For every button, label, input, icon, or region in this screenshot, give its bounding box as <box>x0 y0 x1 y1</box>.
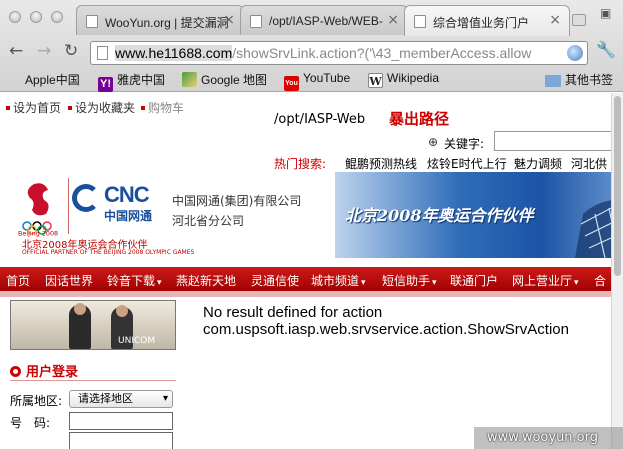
number-label: 号 码: <box>10 416 51 430</box>
region-select[interactable]: 请选择地区 ▾ <box>69 390 173 408</box>
add-favorite-link[interactable]: 设为收藏夹 <box>68 99 135 116</box>
login-title: 用户登录 <box>10 361 78 380</box>
menu-item[interactable]: 因话世界 <box>45 272 93 289</box>
bookmark-youtube[interactable]: You YouTube <box>284 71 350 91</box>
address-bar[interactable]: www.he11688.com/showSrvLink.action?('\43… <box>90 41 588 65</box>
circle-bullet-icon <box>10 366 21 377</box>
zoom-window-button[interactable] <box>51 11 63 23</box>
tab-opt-iasp[interactable]: /opt/IASP-Web/WEB- × <box>240 5 408 35</box>
bookmark-apple[interactable]: Apple中国 <box>9 71 80 88</box>
keyword-input[interactable] <box>494 131 611 151</box>
tab-label: WooYun.org | 提交漏洞 <box>105 16 229 30</box>
error-line: com.uspsoft.iasp.web.srvservice.action.S… <box>203 321 569 338</box>
hot-search-item[interactable]: 鲲鹏预测热线 <box>345 155 417 172</box>
promo-brand: UNICOM <box>118 336 156 346</box>
bookmark-yahoo[interactable]: Y! 雅虎中国 <box>98 71 165 92</box>
olympic-emblem-icon <box>22 183 52 235</box>
watermark: www.wooyun.org <box>487 430 599 445</box>
browser-chrome: WooYun.org | 提交漏洞 × /opt/IASP-Web/WEB- ×… <box>0 0 623 92</box>
hot-search-item[interactable]: 河北供 <box>571 155 607 172</box>
olympic-caption-en: OFFICIAL PARTNER OF THE BEIJING 2008 OLY… <box>22 249 195 256</box>
tab-label: /opt/IASP-Web/WEB- <box>269 14 383 28</box>
url-host: www.he11688.com <box>115 45 233 61</box>
menu-item-home[interactable]: 首页 <box>6 272 30 289</box>
bookmarks-bar: Apple中国 Y! 雅虎中国 Google 地图 You YouTube W Wik… <box>0 68 623 92</box>
new-tab-button[interactable] <box>572 14 586 26</box>
page-icon <box>86 15 98 28</box>
region-label: 所属地区: <box>10 394 63 408</box>
url-path: /showSrvLink.action?('\43_memberAccess.a… <box>232 45 532 61</box>
url-text: www.he11688.com/showSrvLink.action?('\43… <box>115 45 531 61</box>
chevron-down-icon: ▾ <box>162 393 168 404</box>
logo-area: Beijing 2008 北京2008年奥运会合作伙伴 OFFICIAL PAR… <box>0 172 335 258</box>
password-input[interactable] <box>69 432 173 449</box>
page-icon <box>250 15 262 28</box>
apple-icon <box>9 72 21 87</box>
menu-item[interactable]: 城市频道 ▾ <box>311 272 366 289</box>
extension-icon[interactable] <box>567 45 583 61</box>
tab-close-icon[interactable]: × <box>549 12 561 28</box>
stadium-icon <box>575 200 611 258</box>
fullscreen-icon[interactable]: ▣ <box>600 6 611 20</box>
divider <box>10 380 176 381</box>
minimize-window-button[interactable] <box>30 11 42 23</box>
google-maps-icon <box>182 72 197 87</box>
hot-search-item[interactable]: 炫铃E时代上行 <box>427 155 507 172</box>
set-homepage-link[interactable]: 设为首页 <box>6 99 61 116</box>
search-icon: ⊕ <box>428 135 439 149</box>
leaked-path-text: /opt/IASP-Web <box>274 112 366 127</box>
hot-search-label: 热门搜索: <box>274 157 327 171</box>
menu-shadow <box>0 291 611 297</box>
company-branch: 河北省分公司 <box>172 214 245 228</box>
vertical-scrollbar[interactable] <box>611 93 623 449</box>
menu-item[interactable]: 网上营业厅 ▾ <box>512 272 579 289</box>
reload-icon[interactable]: ↻ <box>64 41 78 61</box>
page-icon <box>414 15 426 28</box>
bookmark-google-maps[interactable]: Google 地图 <box>182 71 267 88</box>
tab-portal[interactable]: 综合增值业务门户 × <box>404 5 570 36</box>
page-icon <box>97 46 108 60</box>
menu-item[interactable]: 铃音下载 ▾ <box>107 272 162 289</box>
folder-icon <box>545 75 561 87</box>
scrollbar-thumb[interactable] <box>614 96 621 276</box>
error-message: No result defined for action com.uspsoft… <box>203 304 569 338</box>
close-window-button[interactable] <box>9 11 21 23</box>
wrench-icon[interactable]: 🔧 <box>596 40 616 59</box>
banner-slogan: 北京2008年奥运合作伙伴 <box>345 206 534 225</box>
wikipedia-icon: W <box>368 73 383 88</box>
cnc-logo-cn: 中国网通 <box>104 209 153 223</box>
person-figure <box>69 303 91 349</box>
tab-close-icon[interactable]: × <box>223 12 235 28</box>
cnc-logo-icon <box>72 184 100 212</box>
leak-annotation: 暴出路径 <box>389 110 450 128</box>
other-bookmarks[interactable]: 其他书签 <box>545 71 613 88</box>
web-page: 设为首页 设为收藏夹 购物车 /opt/IASP-Web 暴出路径 ⊕ 关键字:… <box>0 93 611 449</box>
menu-item[interactable]: 合 <box>594 272 606 289</box>
number-input[interactable] <box>69 412 173 430</box>
divider <box>68 178 69 234</box>
keyword-label: 关键字: <box>444 137 485 151</box>
hot-search-item[interactable]: 魅力调频 <box>514 155 562 172</box>
back-arrow-icon[interactable]: ← <box>9 41 23 61</box>
banner: Beijing 2008 北京2008年奥运会合作伙伴 OFFICIAL PAR… <box>0 172 611 258</box>
tab-wooyun[interactable]: WooYun.org | 提交漏洞 × <box>76 5 244 35</box>
forward-arrow-icon[interactable]: → <box>37 41 51 61</box>
cart-link[interactable]: 购物车 <box>141 99 184 116</box>
tab-label: 综合增值业务门户 <box>433 16 530 30</box>
bookmark-wikipedia[interactable]: W Wikipedia <box>368 71 439 88</box>
menu-item[interactable]: 燕赵新天地 <box>176 272 236 289</box>
company-name: 中国网通(集团)有限公司 <box>172 194 302 208</box>
menu-item[interactable]: 短信助手 ▾ <box>382 272 437 289</box>
menu-item[interactable]: 联通门户 <box>450 272 498 289</box>
yahoo-icon: Y! <box>98 77 113 92</box>
error-line: No result defined for action <box>203 304 383 321</box>
tab-close-icon[interactable]: × <box>387 12 399 28</box>
cnc-logo-text: CNC <box>104 182 150 207</box>
menu-item[interactable]: 灵通信使 <box>251 272 299 289</box>
youtube-icon: You <box>284 76 299 91</box>
main-menu: 首页 因话世界 铃音下载 ▾ 燕赵新天地 灵通信使 城市频道 ▾ 短信助手 ▾ 联通门… <box>0 267 611 291</box>
